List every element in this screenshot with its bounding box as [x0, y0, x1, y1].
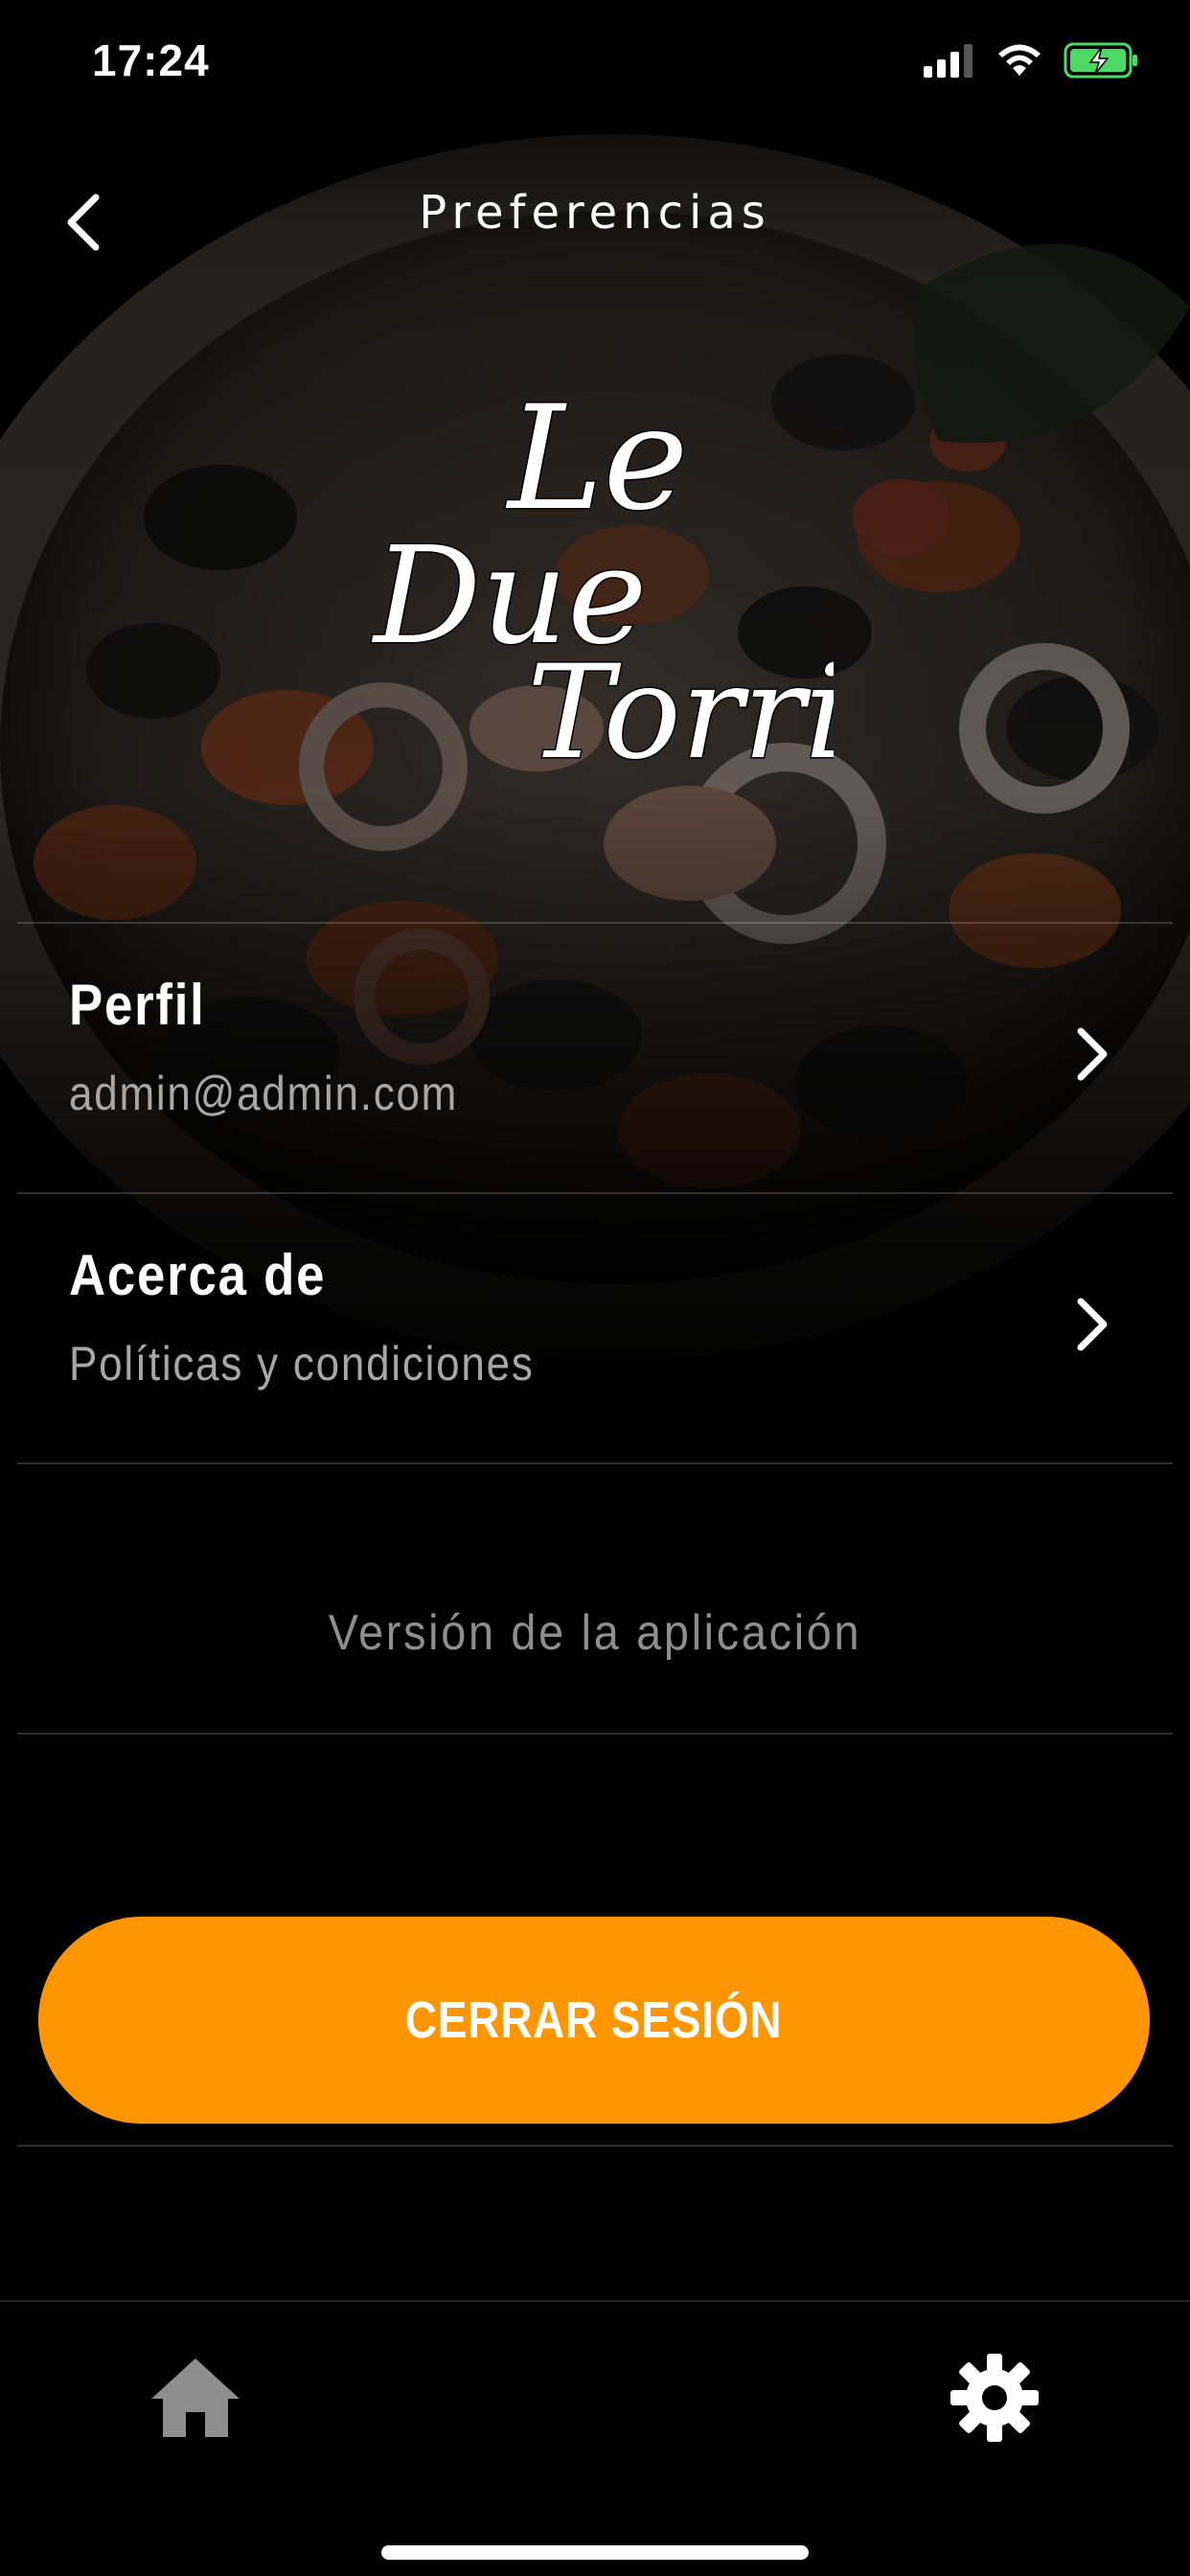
menu-item-subtitle: admin@admin.com — [69, 1067, 459, 1120]
tab-settings[interactable] — [937, 2350, 1052, 2446]
page-title: Preferencias — [419, 186, 771, 240]
wifi-icon — [996, 43, 1042, 81]
logout-button-label: CERRAR SESIÓN — [405, 1991, 783, 2049]
app-version-label: Versión de la aplicación — [328, 1605, 862, 1661]
menu-item-title: Perfil — [69, 973, 206, 1037]
divider — [17, 1462, 1173, 1464]
divider — [17, 1733, 1173, 1735]
status-bar: 17:24 — [0, 0, 1190, 125]
gear-icon — [950, 2354, 1039, 2442]
chevron-right-icon — [1077, 1027, 1108, 1081]
logo-line-3: Torri — [527, 637, 834, 786]
battery-charging-icon — [1064, 41, 1140, 83]
home-indicator[interactable] — [381, 2545, 809, 2560]
preferences-screen: 17:24 Preferencias Le Due Torri Perfil a… — [0, 0, 1190, 2576]
menu-item-subtitle: Políticas y condiciones — [69, 1337, 535, 1391]
logo-line-1: Le — [505, 376, 688, 542]
tab-bar — [0, 2300, 1190, 2576]
status-icons — [924, 38, 1140, 86]
restaurant-logo: Le Due Torri — [370, 375, 835, 787]
home-icon — [151, 2358, 240, 2437]
logout-button[interactable]: CERRAR SESIÓN — [38, 1917, 1150, 2124]
menu-item-acerca-de[interactable]: Acerca de Políticas y condiciones — [17, 1194, 1173, 1462]
status-time: 17:24 — [92, 35, 210, 85]
menu-item-title: Acerca de — [69, 1243, 327, 1307]
cellular-signal-icon — [924, 43, 975, 81]
menu-item-perfil[interactable]: Perfil admin@admin.com — [17, 924, 1173, 1192]
divider — [17, 2145, 1173, 2147]
tab-home[interactable] — [138, 2350, 253, 2446]
chevron-right-icon — [1077, 1298, 1108, 1351]
